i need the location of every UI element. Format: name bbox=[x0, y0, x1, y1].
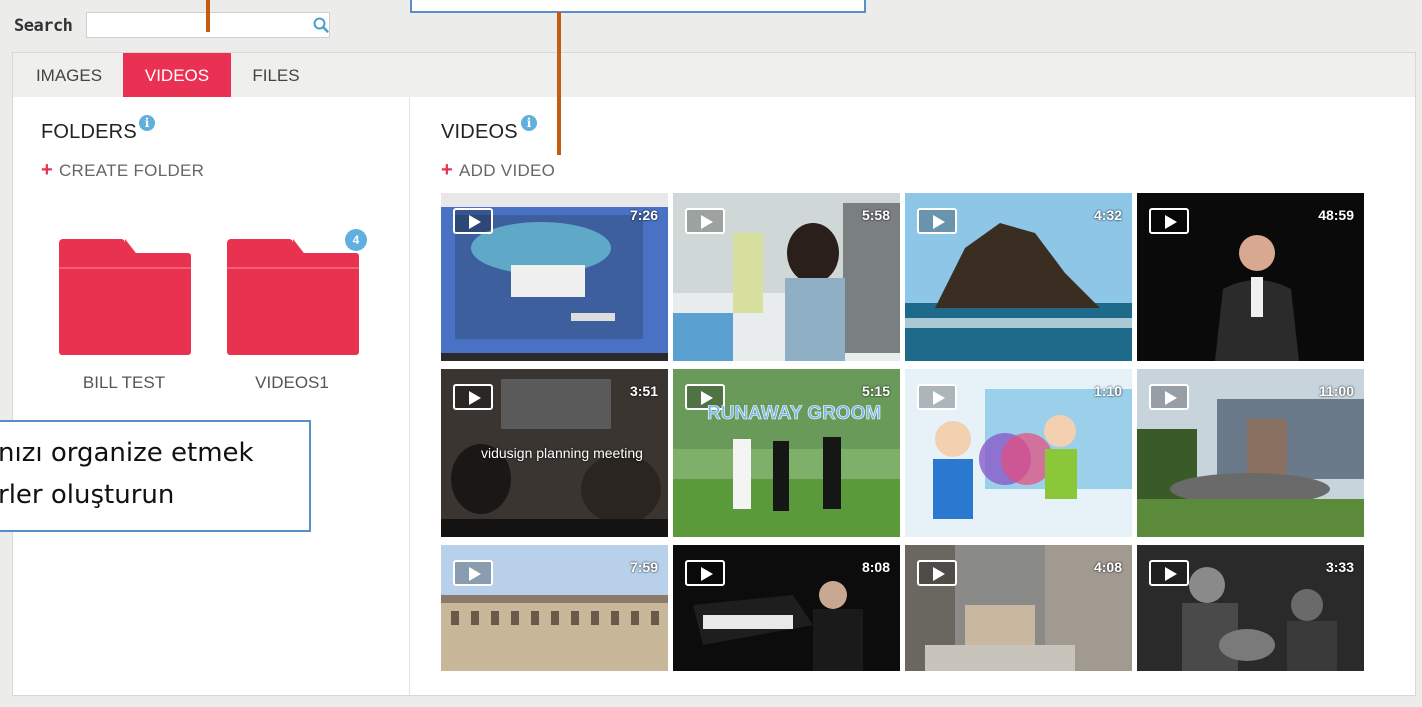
video-duration: 4:32 bbox=[1093, 207, 1122, 223]
play-icon bbox=[685, 560, 725, 586]
create-folder-label: CREATE FOLDER bbox=[58, 161, 205, 180]
video-tile[interactable]: 1:10 bbox=[905, 369, 1132, 537]
videos-title: VIDEOS bbox=[441, 121, 518, 143]
video-tile[interactable]: 7:59 bbox=[441, 545, 668, 671]
video-duration: 5:58 bbox=[861, 207, 890, 223]
tab-files[interactable]: FILES bbox=[235, 53, 317, 97]
video-duration: 5:15 bbox=[861, 383, 890, 399]
video-duration: 7:26 bbox=[629, 207, 658, 223]
media-library-panel: IMAGES VIDEOS FILES FOLDERS i + CREATE FO… bbox=[12, 52, 1416, 696]
play-icon bbox=[917, 560, 957, 586]
video-duration: 1:10 bbox=[1093, 383, 1122, 399]
video-duration: 48:59 bbox=[1318, 207, 1354, 223]
search-label: Search bbox=[14, 16, 73, 36]
play-icon bbox=[917, 208, 957, 234]
tab-images[interactable]: IMAGES bbox=[19, 53, 119, 97]
folder-count-badge: 4 bbox=[345, 229, 367, 251]
video-duration: 4:08 bbox=[1093, 559, 1122, 575]
video-tile[interactable]: 5:15 RUNAWAY GROOM bbox=[673, 369, 900, 537]
annotation-callout-left: nızı organize etmek rler oluşturun bbox=[0, 420, 311, 532]
callout-line-1: nızı organize etmek bbox=[0, 438, 254, 468]
video-tile[interactable]: 3:33 bbox=[1137, 545, 1364, 671]
video-tile[interactable]: 7:26 bbox=[441, 193, 668, 361]
folders-info-icon[interactable]: i bbox=[139, 115, 155, 131]
video-caption: vidusign planning meeting bbox=[481, 445, 643, 461]
annotation-callout-top bbox=[410, 0, 866, 13]
video-duration: 3:33 bbox=[1325, 559, 1354, 575]
annotation-pointer-add-video bbox=[557, 12, 561, 155]
folder-name: BILL TEST bbox=[82, 373, 166, 392]
video-tile[interactable]: 4:32 bbox=[905, 193, 1132, 361]
video-duration: 8:08 bbox=[861, 559, 890, 575]
plus-icon: + bbox=[441, 159, 453, 181]
play-icon bbox=[917, 384, 957, 410]
play-icon bbox=[453, 384, 493, 410]
folder-videos1[interactable]: 4 bbox=[227, 229, 367, 355]
play-icon bbox=[1149, 208, 1189, 234]
play-icon bbox=[453, 208, 493, 234]
plus-icon: + bbox=[41, 159, 53, 181]
video-tile[interactable]: 5:58 bbox=[673, 193, 900, 361]
add-video-label: ADD VIDEO bbox=[458, 161, 556, 180]
folder-name: VIDEOS1 bbox=[255, 373, 329, 392]
play-icon bbox=[685, 208, 725, 234]
video-duration: 11:00 bbox=[1318, 383, 1354, 399]
video-duration: 3:51 bbox=[629, 383, 658, 399]
folder-body bbox=[59, 253, 191, 355]
play-icon bbox=[453, 560, 493, 586]
videos-info-icon[interactable]: i bbox=[521, 115, 537, 131]
add-video-button[interactable]: + ADD VIDEO bbox=[441, 159, 555, 182]
video-tile[interactable]: 11:00 bbox=[1137, 369, 1364, 537]
tab-videos[interactable]: VIDEOS bbox=[123, 53, 231, 97]
annotation-pointer-search bbox=[206, 0, 210, 32]
video-duration: 7:59 bbox=[629, 559, 658, 575]
play-icon bbox=[1149, 560, 1189, 586]
search-icon[interactable] bbox=[312, 16, 330, 34]
column-divider bbox=[409, 97, 410, 695]
tab-bar: IMAGES VIDEOS FILES bbox=[13, 53, 1415, 97]
create-folder-button[interactable]: + CREATE FOLDER bbox=[41, 159, 204, 182]
video-tile[interactable]: 8:08 bbox=[673, 545, 900, 671]
folder-body bbox=[227, 253, 359, 355]
play-icon bbox=[1149, 384, 1189, 410]
callout-line-2: rler oluşturun bbox=[0, 480, 175, 510]
video-tile[interactable]: 48:59 bbox=[1137, 193, 1364, 361]
folders-title: FOLDERS bbox=[41, 121, 137, 143]
video-tile[interactable]: 4:08 bbox=[905, 545, 1132, 671]
video-tile[interactable]: 3:51 vidusign planning meeting bbox=[441, 369, 668, 537]
video-caption: RUNAWAY GROOM bbox=[707, 403, 882, 425]
folder-bill-test[interactable] bbox=[59, 239, 191, 355]
